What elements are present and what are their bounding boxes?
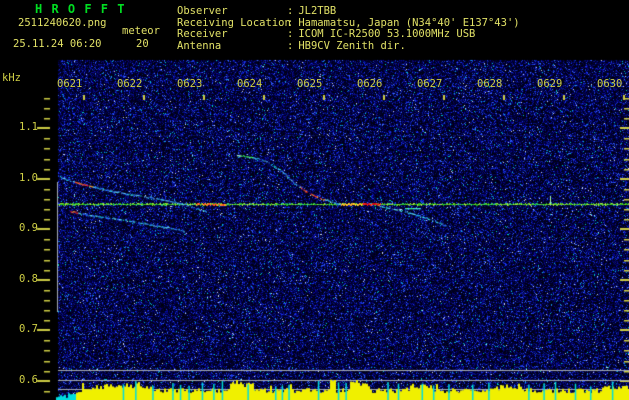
y-tick-label: 1.0 xyxy=(19,171,38,184)
y-axis-unit-label: kHz xyxy=(2,72,21,84)
x-tick-label: 0625 xyxy=(297,78,323,90)
info-value: HB9CV Zenith dir. xyxy=(298,39,406,52)
x-tick-label: 0628 xyxy=(477,78,503,90)
info-label: Receiver xyxy=(177,28,228,40)
info-label: Observer xyxy=(177,5,228,17)
x-tick-label: 0623 xyxy=(177,78,203,90)
mode-label: meteor xyxy=(122,25,160,37)
info-label: Antenna xyxy=(177,39,222,52)
x-tick-label: 0621 xyxy=(57,78,83,90)
x-tick-label: 0622 xyxy=(117,78,143,90)
spectrogram-canvas xyxy=(0,0,629,400)
filename-label: 2511240620.png xyxy=(18,17,107,29)
y-tick-label: 0.7 xyxy=(19,323,38,336)
station-info-row: Antenna: HB9CV Zenith dir. xyxy=(177,39,520,53)
y-tick-label: 1.1 xyxy=(19,121,38,134)
hrofft-output: H R O F F T 2511240620.png meteor 25.11.… xyxy=(0,0,629,400)
x-tick-label: 0629 xyxy=(537,78,563,90)
x-tick-label: 0626 xyxy=(357,78,383,90)
station-info-row: Receiver: ICOM IC-R2500 53.1000MHz USB xyxy=(177,28,520,41)
app-title: H R O F F T xyxy=(35,2,126,16)
info-value: ICOM IC-R2500 53.1000MHz USB xyxy=(298,28,476,40)
interval-count: 20 xyxy=(136,38,149,50)
x-tick-label: 0627 xyxy=(417,78,443,90)
x-tick-label: 0624 xyxy=(237,78,263,90)
y-tick-label: 0.6 xyxy=(19,373,38,386)
y-tick-label: 0.8 xyxy=(19,272,38,285)
info-value: JL2TBB xyxy=(298,5,337,17)
datetime-label: 25.11.24 06:20 xyxy=(13,38,102,50)
header: H R O F F T 2511240620.png meteor 25.11.… xyxy=(0,0,629,58)
station-info-row: Observer: JL2TBB xyxy=(177,5,520,18)
station-info-table: Observer: JL2TBB Receiving Location: Hamama… xyxy=(177,5,520,53)
x-tick-label: 0630 xyxy=(597,78,623,90)
info-value: Hamamatsu, Japan (N34°40' E137°43') xyxy=(298,16,520,29)
y-tick-label: 0.9 xyxy=(19,222,38,235)
